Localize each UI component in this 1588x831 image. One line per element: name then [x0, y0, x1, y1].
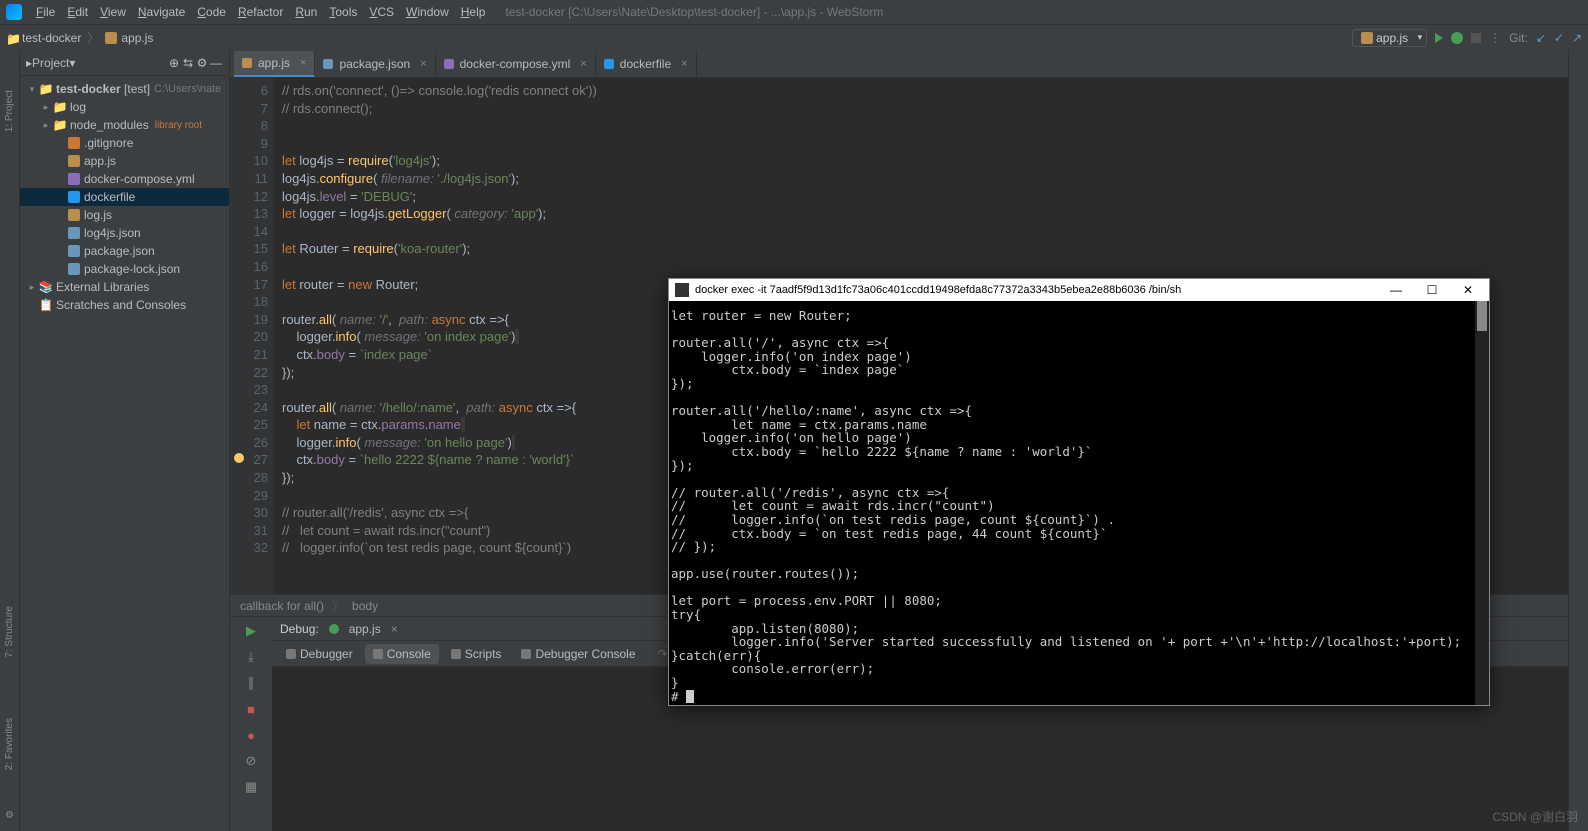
dbgtab-scripts[interactable]: Scripts [443, 644, 510, 664]
tree-item-dockerfile[interactable]: dockerfile [20, 188, 229, 206]
view-bp-icon[interactable]: ● [241, 725, 261, 745]
terminal-window[interactable]: docker exec -it 7aadf5f9d13d1fc73a06c401… [668, 278, 1490, 706]
close-icon[interactable]: × [681, 58, 687, 70]
menu-file[interactable]: File [30, 5, 61, 19]
git-label: Git: [1509, 31, 1528, 45]
dbgtab-debugger[interactable]: Debugger [278, 644, 361, 664]
stop-icon[interactable]: ■ [241, 699, 261, 719]
menu-bar: FileEditViewNavigateCodeRefactorRunTools… [0, 0, 1588, 24]
minimize-icon[interactable]: — [1381, 283, 1411, 297]
intention-bulb-icon[interactable] [234, 453, 244, 463]
git-branch-icon[interactable]: ↙ [1536, 31, 1546, 45]
close-icon[interactable]: ✕ [1453, 283, 1483, 297]
resume-icon[interactable]: ⤓ [241, 647, 261, 667]
gutter: 6789101112131415161718192021222324252627… [230, 78, 274, 594]
mute-bp-icon[interactable]: ⊘ [241, 751, 261, 771]
debug-rail: ▶ ⤓ ∥ ■ ● ⊘ ▦ [230, 617, 272, 831]
tree-root[interactable]: ▾📁 test-docker [test] C:\Users\nate [20, 80, 229, 98]
pause-icon[interactable]: ∥ [241, 673, 261, 693]
project-sidebar: ▸ Project ▾ ⊕ ⇆ ⚙ — ▾📁 test-docker [test… [20, 50, 230, 831]
tree-item-package-json[interactable]: package.json [20, 242, 229, 260]
close-icon[interactable]: × [420, 58, 426, 70]
tab-app-js[interactable]: app.js× [234, 51, 315, 77]
menu-vcs[interactable]: VCS [363, 5, 400, 19]
project-tree: ▾📁 test-docker [test] C:\Users\nate ▸📁lo… [20, 76, 229, 318]
terminal-scrollbar[interactable] [1475, 301, 1489, 705]
toolwin-project[interactable]: 1: Project [4, 90, 15, 132]
breadcrumbs: 📁test-docker〉 app.js [6, 29, 153, 46]
terminal-body[interactable]: let router = new Router; router.all('/',… [669, 301, 1489, 705]
menu-run[interactable]: Run [289, 5, 323, 19]
tree-external-libs[interactable]: ▸📚External Libraries [20, 278, 229, 296]
menu-window[interactable]: Window [400, 5, 455, 19]
stop-icon[interactable] [1471, 33, 1481, 43]
rerun-icon[interactable]: ▶ [241, 621, 261, 641]
dbgtab-console[interactable]: Console [365, 644, 439, 664]
menu-navigate[interactable]: Navigate [132, 5, 191, 19]
git-push-icon[interactable]: ↗ [1572, 31, 1582, 45]
crumb-file[interactable]: app.js [105, 31, 153, 45]
tree-item-app-js[interactable]: app.js [20, 152, 229, 170]
watermark: CSDN @谢白羽 [1492, 808, 1578, 825]
toolbar: 📁test-docker〉 app.js app.js ⋮ Git: ↙ ✓ ↗ [0, 24, 1588, 50]
collapse-icon[interactable]: ⇆ [181, 56, 195, 70]
maximize-icon[interactable]: ☐ [1417, 283, 1447, 297]
window-title: test-docker [C:\Users\Nate\Desktop\test-… [505, 5, 883, 19]
more-icon[interactable]: ⋮ [1489, 31, 1501, 45]
crumb-project[interactable]: 📁test-docker〉 [6, 29, 101, 46]
run-config-dropdown[interactable]: app.js [1352, 29, 1427, 47]
tree-item--gitignore[interactable]: .gitignore [20, 134, 229, 152]
menu-edit[interactable]: Edit [61, 5, 94, 19]
dbgtab-debugger-console[interactable]: Debugger Console [513, 644, 643, 664]
close-icon[interactable]: × [580, 58, 586, 70]
terminal-icon [675, 283, 689, 297]
crumb-b[interactable]: body [352, 599, 378, 613]
tree-item-log[interactable]: ▸📁log [20, 98, 229, 116]
terminal-cursor [686, 690, 694, 703]
settings-icon[interactable]: ⚙ [195, 56, 209, 70]
bug-icon [329, 624, 339, 634]
app-logo-icon [6, 4, 22, 20]
tree-item-log-js[interactable]: log.js [20, 206, 229, 224]
git-update-icon[interactable]: ✓ [1554, 31, 1564, 45]
settings-icon[interactable]: ⚙ [5, 810, 14, 821]
tree-scratches[interactable]: 📋Scratches and Consoles [20, 296, 229, 314]
menu-help[interactable]: Help [455, 5, 492, 19]
terminal-titlebar[interactable]: docker exec -it 7aadf5f9d13d1fc73a06c401… [669, 279, 1489, 301]
locate-icon[interactable]: ⊕ [167, 56, 181, 70]
run-icon[interactable] [1435, 33, 1443, 43]
close-icon[interactable]: × [391, 622, 398, 636]
debug-label: Debug: [280, 622, 319, 636]
tree-item-docker-compose-yml[interactable]: docker-compose.yml [20, 170, 229, 188]
toolwin-favorites[interactable]: 2: Favorites [4, 718, 15, 770]
tab-dockerfile[interactable]: dockerfile× [596, 51, 697, 77]
layout-icon[interactable]: ▦ [241, 777, 261, 797]
hide-icon[interactable]: — [209, 56, 223, 70]
step-over-icon[interactable]: ↷ [658, 647, 668, 661]
tab-package-json[interactable]: package.json× [315, 51, 435, 77]
menu-view[interactable]: View [94, 5, 132, 19]
terminal-title: docker exec -it 7aadf5f9d13d1fc73a06c401… [695, 284, 1181, 296]
editor-tabs: app.js×package.json×docker-compose.yml×d… [230, 50, 1568, 78]
menu-code[interactable]: Code [191, 5, 232, 19]
tree-item-package-lock-json[interactable]: package-lock.json [20, 260, 229, 278]
menu-tools[interactable]: Tools [323, 5, 363, 19]
toolwin-structure[interactable]: 7: Structure [4, 606, 15, 658]
menu-refactor[interactable]: Refactor [232, 5, 289, 19]
tab-docker-compose-yml[interactable]: docker-compose.yml× [436, 51, 596, 77]
right-rail [1568, 50, 1588, 831]
left-tool-rail: 1: Project 7: Structure 2: Favorites ⚙ [0, 50, 20, 831]
tree-item-node_modules[interactable]: ▸📁node_moduleslibrary root [20, 116, 229, 134]
crumb-a[interactable]: callback for all() [240, 599, 324, 613]
debug-icon[interactable] [1451, 32, 1463, 44]
debug-target[interactable]: app.js [349, 622, 381, 636]
tree-item-log4js-json[interactable]: log4js.json [20, 224, 229, 242]
sidebar-title: Project [32, 56, 69, 70]
close-icon[interactable]: × [300, 57, 306, 69]
